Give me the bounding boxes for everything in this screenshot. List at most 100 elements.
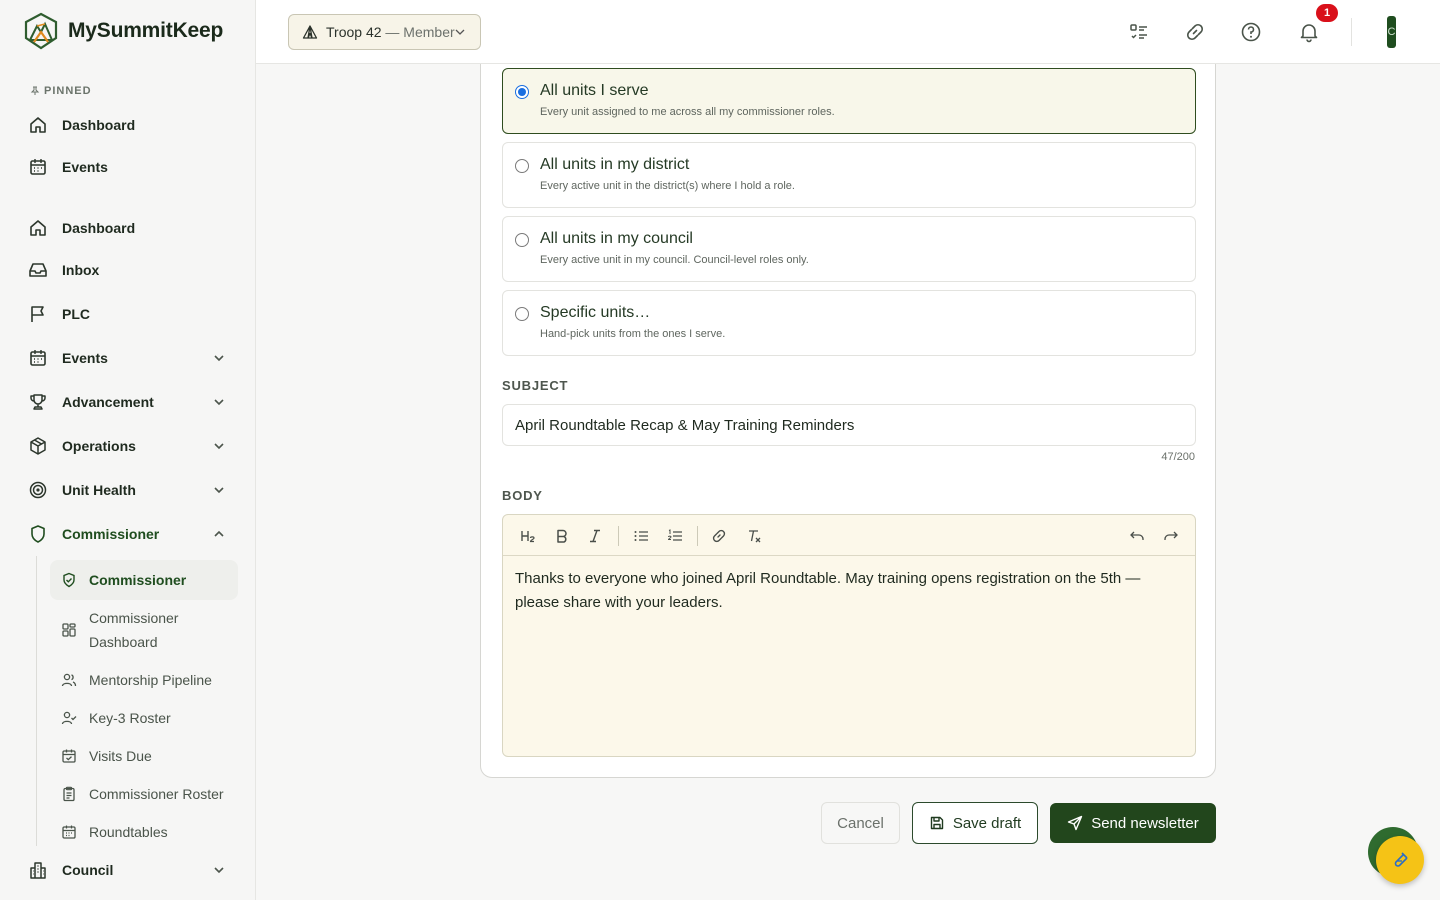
task-list-icon[interactable] (1127, 20, 1151, 44)
send-icon (1068, 815, 1083, 831)
audience-option-council[interactable]: All units in my council Every active uni… (502, 216, 1196, 282)
audience-radio[interactable] (515, 159, 529, 173)
subject-char-count: 47/200 (1161, 451, 1195, 463)
option-title: All units in my council (540, 230, 693, 247)
bullet-list-icon[interactable] (631, 526, 651, 546)
brand-name: MySummitKeep (68, 19, 224, 42)
sidebar: MySummitKeep PINNED Dashboard Events Das… (0, 0, 256, 900)
help-icon[interactable] (1239, 20, 1263, 44)
pinned-item-dashboard[interactable]: Dashboard (24, 107, 238, 143)
editor-content[interactable]: Thanks to everyone who joined April Roun… (515, 567, 1155, 615)
sidebar-item-inbox[interactable]: Inbox (24, 252, 238, 288)
newsletter-form-card: All units I serve Every unit assigned to… (480, 40, 1216, 778)
submenu-item-key3-roster[interactable]: Key-3 Roster (50, 698, 238, 738)
audience-radio[interactable] (515, 233, 529, 247)
option-description: Every active unit in my council. Council… (540, 254, 809, 266)
notification-badge: 1 (1316, 4, 1338, 22)
sidebar-item-council[interactable]: Council (24, 852, 238, 888)
topbar-divider (1351, 18, 1352, 46)
chevron-up-icon (214, 530, 224, 537)
top-bar: Troop 42 — Member 1 C (256, 0, 1440, 64)
option-description: Every active unit in the district(s) whe… (540, 180, 795, 192)
sidebar-item-plc[interactable]: PLC (24, 296, 238, 332)
chevron-down-icon (214, 399, 224, 406)
toolbar-separator (618, 526, 619, 546)
sidebar-item-dashboard[interactable]: Dashboard (24, 210, 238, 246)
shield-check-icon (61, 568, 77, 592)
ordered-list-icon[interactable] (665, 526, 685, 546)
pinned-item-events[interactable]: Events (24, 149, 238, 185)
redo-icon[interactable] (1161, 526, 1181, 546)
submenu-item-commissioner-dashboard[interactable]: Commissioner Dashboard (50, 598, 238, 662)
submenu-item-commissioner-roster[interactable]: Commissioner Roster (50, 774, 238, 814)
sidebar-item-operations[interactable]: Operations (24, 428, 238, 464)
test-tube-icon (1394, 852, 1408, 867)
flag-icon (28, 304, 48, 324)
audience-radio[interactable] (515, 307, 529, 321)
send-newsletter-button[interactable]: Send newsletter (1050, 803, 1216, 843)
summit-logo-icon (24, 12, 58, 50)
sidebar-item-events[interactable]: Events (24, 340, 238, 376)
home-icon (28, 218, 48, 238)
shield-icon (28, 524, 48, 544)
audience-option-district[interactable]: All units in my district Every active un… (502, 142, 1196, 208)
save-draft-button[interactable]: Save draft (912, 802, 1038, 844)
chevron-down-icon (455, 29, 465, 35)
body-rich-text-editor[interactable]: Thanks to everyone who joined April Roun… (502, 514, 1196, 757)
bell-icon[interactable] (1297, 20, 1321, 44)
option-title: All units I serve (540, 82, 649, 99)
inbox-icon (28, 260, 48, 280)
chevron-down-icon (214, 487, 224, 494)
building-icon (28, 860, 48, 880)
submenu-item-roundtables[interactable]: Roundtables (50, 812, 238, 852)
unit-switcher-dropdown[interactable]: Troop 42 — Member (288, 14, 481, 50)
sidebar-item-unit-health[interactable]: Unit Health (24, 472, 238, 508)
feedback-fab-button[interactable] (1376, 836, 1424, 884)
calendar-icon (28, 157, 48, 177)
sidebar-item-commissioner[interactable]: Commissioner (24, 516, 238, 552)
body-label: BODY (502, 488, 543, 503)
pin-icon (30, 86, 40, 95)
link-icon[interactable] (1183, 20, 1207, 44)
cancel-button[interactable]: Cancel (821, 802, 900, 844)
bold-icon[interactable] (552, 526, 572, 546)
home-icon (28, 115, 48, 135)
submenu-item-commissioner[interactable]: Commissioner (50, 560, 238, 600)
chevron-down-icon (214, 443, 224, 450)
unit-name: Troop 42 — Member (326, 24, 455, 40)
users-icon (61, 668, 77, 692)
pinned-section-label: PINNED (30, 85, 92, 97)
calendar-check-icon (61, 744, 77, 768)
option-description: Hand-pick units from the ones I serve. (540, 328, 726, 340)
save-icon (930, 816, 944, 830)
user-avatar[interactable]: C (1387, 16, 1396, 48)
clipboard-list-icon (61, 782, 77, 806)
trophy-icon (28, 392, 48, 412)
clear-format-icon[interactable] (744, 526, 764, 546)
calendar-icon (28, 348, 48, 368)
chevron-down-icon (214, 355, 224, 362)
audience-option-specific-units[interactable]: Specific units… Hand-pick units from the… (502, 290, 1196, 356)
undo-icon[interactable] (1127, 526, 1147, 546)
submenu-item-visits-due[interactable]: Visits Due (50, 736, 238, 776)
heading-icon[interactable] (518, 526, 538, 546)
link-icon[interactable] (709, 526, 729, 546)
brand[interactable]: MySummitKeep (24, 12, 223, 50)
submenu-item-mentorship-pipeline[interactable]: Mentorship Pipeline (50, 660, 238, 700)
sidebar-item-advancement[interactable]: Advancement (24, 384, 238, 420)
package-icon (28, 436, 48, 456)
user-check-icon (61, 706, 77, 730)
editor-toolbar (503, 515, 1195, 556)
option-title: Specific units… (540, 304, 651, 321)
audience-radio[interactable] (515, 85, 529, 99)
italic-icon[interactable] (585, 526, 605, 546)
audience-option-all-units-i-serve[interactable]: All units I serve Every unit assigned to… (502, 68, 1196, 134)
chevron-down-icon (214, 867, 224, 874)
subject-input[interactable] (502, 404, 1196, 446)
toolbar-separator (697, 526, 698, 546)
layout-grid-icon (61, 606, 77, 654)
tent-icon (302, 25, 318, 39)
calendar-icon (61, 820, 77, 844)
target-icon (28, 480, 48, 500)
submenu-guide-line (36, 556, 37, 846)
